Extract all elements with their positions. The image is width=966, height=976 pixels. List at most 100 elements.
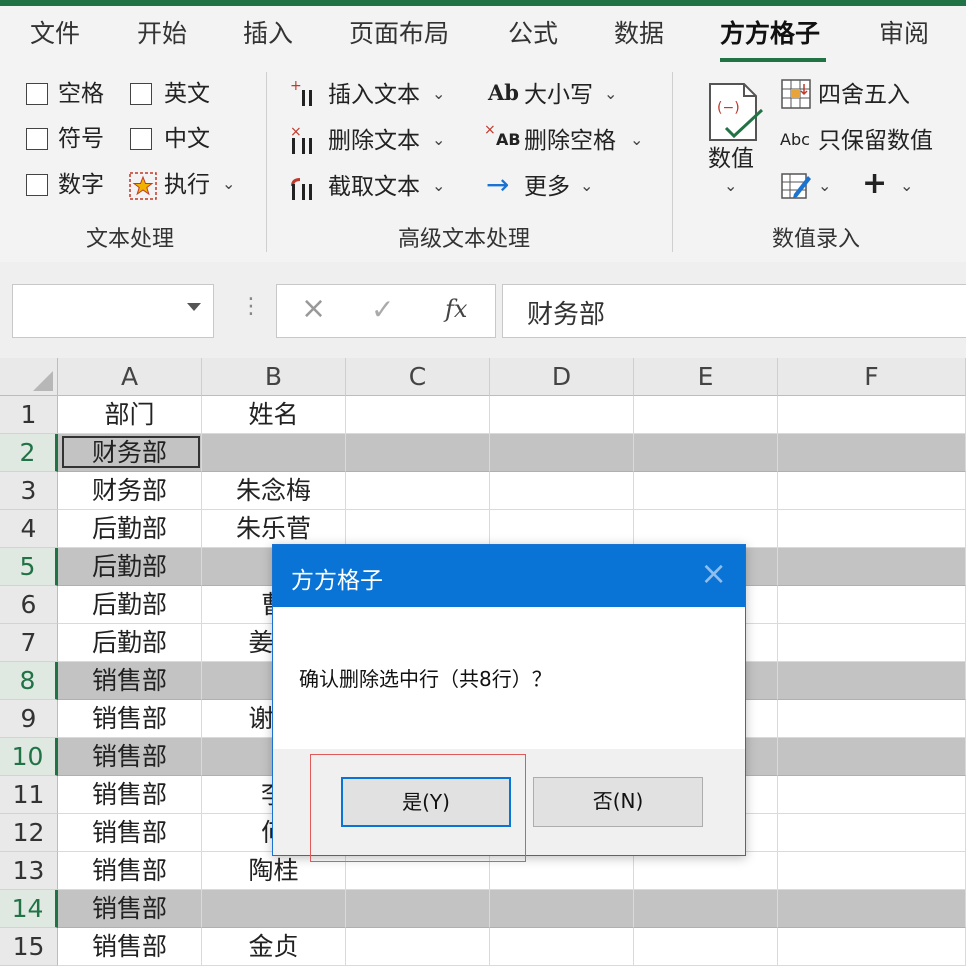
tab-insert[interactable]: 插入 [243, 18, 293, 50]
grid-cell[interactable] [202, 434, 346, 472]
checkbox-number[interactable] [26, 174, 48, 196]
row-header[interactable]: 6 [0, 586, 58, 624]
grid-cell[interactable] [778, 814, 966, 852]
grid-cell[interactable]: 财务部 [58, 472, 202, 510]
select-all-corner[interactable] [0, 358, 58, 396]
tab-fangfanggezi[interactable]: 方方格子 [720, 18, 820, 50]
tab-data[interactable]: 数据 [614, 18, 664, 50]
value-button[interactable]: (−) 数值 ⌄ [700, 78, 764, 200]
grid-cell[interactable]: 销售部 [58, 738, 202, 776]
grid-cell[interactable]: 销售部 [58, 776, 202, 814]
row-header[interactable]: 8 [0, 662, 58, 700]
grid-cell[interactable] [634, 890, 778, 928]
column-header-b[interactable]: B [202, 358, 346, 396]
column-header-d[interactable]: D [490, 358, 634, 396]
grid-cell[interactable] [202, 890, 346, 928]
tab-home[interactable]: 开始 [137, 18, 187, 50]
name-box[interactable] [12, 284, 214, 338]
cancel-icon[interactable]: × [301, 291, 326, 326]
row-header[interactable]: 2 [0, 434, 58, 472]
column-header-f[interactable]: F [778, 358, 966, 396]
tab-file[interactable]: 文件 [30, 18, 80, 50]
grid-cell[interactable] [346, 890, 490, 928]
grid-cell[interactable] [490, 928, 634, 966]
grid-cell[interactable]: 金贞 [202, 928, 346, 966]
grid-cell[interactable] [778, 586, 966, 624]
grid-cell[interactable]: 朱念梅 [202, 472, 346, 510]
grid-cell[interactable] [634, 852, 778, 890]
grid-cell[interactable] [634, 472, 778, 510]
grid-cell[interactable] [346, 928, 490, 966]
round-button[interactable]: 四舍五入 [780, 78, 930, 112]
grid-cell[interactable]: 销售部 [58, 662, 202, 700]
grid-cell[interactable]: 销售部 [58, 852, 202, 890]
grid-cell[interactable] [490, 890, 634, 928]
column-header-e[interactable]: E [634, 358, 778, 396]
row-header[interactable]: 1 [0, 396, 58, 434]
extract-text-button[interactable]: 截取文本 ⌄ [290, 170, 450, 204]
checkbox-space[interactable] [26, 83, 48, 105]
checkbox-symbol[interactable] [26, 128, 48, 150]
case-button[interactable]: Ab 大小写 ⌄ [488, 78, 628, 112]
grid-cell[interactable] [634, 510, 778, 548]
checkbox-english[interactable] [130, 83, 152, 105]
grid-cell[interactable]: 朱乐菅 [202, 510, 346, 548]
grid-cell[interactable] [778, 548, 966, 586]
tab-formulas[interactable]: 公式 [508, 18, 558, 50]
grid-cell[interactable]: 销售部 [58, 928, 202, 966]
row-header[interactable]: 4 [0, 510, 58, 548]
formula-input[interactable]: 财务部 [502, 284, 966, 338]
row-header[interactable]: 11 [0, 776, 58, 814]
grid-cell[interactable]: 后勤部 [58, 548, 202, 586]
grid-cell[interactable] [490, 472, 634, 510]
column-header-c[interactable]: C [346, 358, 490, 396]
checkbox-chinese[interactable] [130, 128, 152, 150]
no-button[interactable]: 否(N) [533, 777, 703, 827]
keep-numbers-button[interactable]: Abc 只保留数值 [780, 124, 950, 158]
add-button[interactable]: + ⌄ [862, 166, 922, 204]
column-header-a[interactable]: A [58, 358, 202, 396]
grid-cell[interactable] [778, 396, 966, 434]
name-box-dropdown-icon[interactable] [187, 303, 201, 311]
grid-cell[interactable] [778, 928, 966, 966]
grid-cell[interactable] [778, 510, 966, 548]
grid-cell[interactable] [778, 472, 966, 510]
grid-cell[interactable] [778, 662, 966, 700]
grid-cell[interactable] [634, 396, 778, 434]
insert-text-button[interactable]: + 插入文本 ⌄ [290, 78, 450, 112]
grid-cell[interactable] [778, 624, 966, 662]
row-header[interactable]: 3 [0, 472, 58, 510]
grid-cell[interactable]: 后勤部 [58, 586, 202, 624]
grid-cell[interactable] [778, 434, 966, 472]
grid-cell[interactable] [490, 510, 634, 548]
row-header[interactable]: 13 [0, 852, 58, 890]
tab-review[interactable]: 审阅 [879, 18, 929, 50]
row-header[interactable]: 7 [0, 624, 58, 662]
edit-sheet-button[interactable]: ⌄ [780, 170, 840, 204]
execute-button[interactable]: 执行 ⌄ [128, 170, 238, 202]
row-header[interactable]: 9 [0, 700, 58, 738]
grid-cell[interactable] [346, 510, 490, 548]
row-header[interactable]: 5 [0, 548, 58, 586]
grid-cell[interactable] [346, 396, 490, 434]
row-header[interactable]: 10 [0, 738, 58, 776]
grid-cell[interactable]: 姓名 [202, 396, 346, 434]
grid-cell[interactable] [634, 434, 778, 472]
grid-cell[interactable] [346, 434, 490, 472]
grid-cell[interactable]: 销售部 [58, 814, 202, 852]
remove-spaces-button[interactable]: × AB 删除空格 ⌄ [484, 122, 654, 158]
grid-cell[interactable]: 部门 [58, 396, 202, 434]
grid-cell[interactable] [490, 396, 634, 434]
more-button[interactable]: → 更多 ⌄ [486, 168, 606, 204]
confirm-icon[interactable]: ✓ [371, 293, 394, 326]
row-header[interactable]: 12 [0, 814, 58, 852]
close-icon[interactable]: × [700, 555, 727, 591]
grid-cell[interactable] [778, 890, 966, 928]
tab-page-layout[interactable]: 页面布局 [349, 18, 449, 50]
grid-cell[interactable] [778, 700, 966, 738]
grid-cell[interactable] [778, 852, 966, 890]
grid-cell[interactable]: 销售部 [58, 700, 202, 738]
resize-handle-icon[interactable]: ⋮ [240, 294, 262, 319]
row-header[interactable]: 14 [0, 890, 58, 928]
grid-cell[interactable]: 后勤部 [58, 624, 202, 662]
